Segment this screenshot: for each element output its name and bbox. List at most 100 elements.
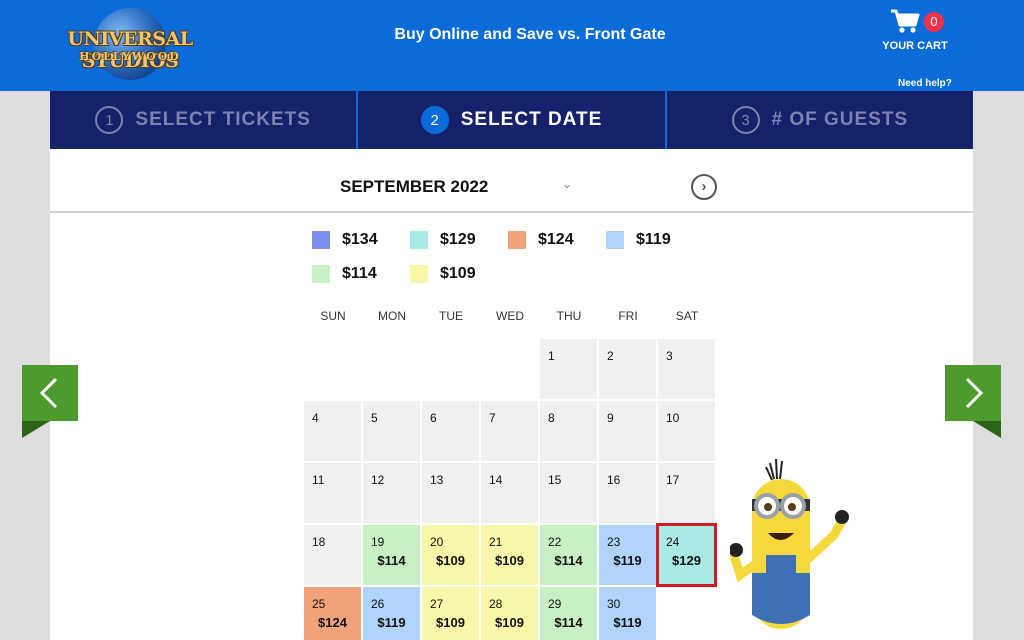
calendar-day-cell[interactable]: 11: [304, 463, 361, 523]
cart-button[interactable]: 0 YOUR CART: [880, 8, 950, 56]
calendar-day-cell[interactable]: 27 $109: [422, 587, 479, 640]
step-select-tickets[interactable]: 1 SELECT TICKETS: [50, 91, 359, 149]
legend-price: $129: [440, 231, 476, 248]
calendar-day-cell[interactable]: 16: [599, 463, 656, 523]
calendar-day-cell[interactable]: 18: [304, 525, 361, 585]
step-label: # OF GUESTS: [771, 109, 909, 130]
calendar-day-cell[interactable]: 22 $114: [540, 525, 597, 585]
chevron-right-circle-icon[interactable]: ›: [691, 174, 717, 200]
step-number: 2: [420, 106, 449, 134]
calendar-day-cell[interactable]: 28 $109: [481, 587, 538, 640]
legend-item: $124: [508, 231, 574, 249]
calendar-day-cell[interactable]: 30 $119: [599, 587, 656, 640]
calendar-day-cell[interactable]: 20 $109: [422, 525, 479, 585]
day-number: 9: [607, 411, 614, 425]
cart-count-badge: 0: [924, 12, 944, 32]
legend-item: $109: [410, 265, 476, 283]
legend-swatch: [606, 231, 624, 249]
legend-price: $134: [342, 231, 378, 248]
day-price: $109: [495, 553, 524, 568]
weekday-header: SUN: [320, 309, 346, 323]
day-number: 3: [666, 349, 673, 363]
weekday-header: TUE: [439, 309, 463, 323]
legend-item: $119: [606, 231, 671, 249]
calendar-day-cell[interactable]: 4: [304, 401, 361, 461]
day-number: 10: [666, 411, 680, 425]
calendar-day-cell[interactable]: 8: [540, 401, 597, 461]
day-number: 17: [666, 473, 680, 487]
calendar-day-cell[interactable]: 14: [481, 463, 538, 523]
legend-item: $129: [410, 231, 476, 249]
arrow-fold: [22, 421, 50, 438]
day-number: 25: [312, 597, 326, 611]
step-number: 1: [95, 106, 124, 134]
prev-arrow-button[interactable]: [22, 365, 78, 421]
calendar-day-cell[interactable]: 7: [481, 401, 538, 461]
day-number: 20: [430, 535, 444, 549]
header-tagline: Buy Online and Save vs. Front Gate: [394, 26, 666, 43]
day-price: $109: [436, 615, 465, 630]
legend-item: $134: [312, 231, 378, 249]
step-number-of-guests[interactable]: 3 # OF GUESTS: [667, 91, 973, 149]
day-price: $124: [318, 615, 347, 630]
day-number: 4: [312, 411, 319, 425]
legend-swatch: [410, 231, 428, 249]
month-select[interactable]: SEPTEMBER 2022: [340, 177, 560, 197]
cart-label: YOUR CART: [882, 40, 948, 52]
checkout-steps: 1 SELECT TICKETS 2 SELECT DATE 3 # OF GU…: [50, 91, 973, 149]
day-number: 19: [371, 535, 385, 549]
legend-price: $119: [636, 231, 671, 248]
legend-price: $124: [538, 231, 574, 248]
calendar-day-cell[interactable]: 3: [658, 339, 715, 399]
calendar-day-cell[interactable]: 17: [658, 463, 715, 523]
calendar-day-cell[interactable]: 29 $114: [540, 587, 597, 640]
chevron-down-icon[interactable]: ⌄: [562, 177, 572, 191]
calendar-day-cell[interactable]: 25 $124: [304, 587, 361, 640]
step-select-date[interactable]: 2 SELECT DATE: [358, 91, 667, 149]
day-number: 26: [371, 597, 385, 611]
day-number: 29: [548, 597, 562, 611]
calendar-day-cell[interactable]: 13: [422, 463, 479, 523]
day-price: $109: [495, 615, 524, 630]
weekday-header: THU: [556, 309, 582, 323]
day-number: 23: [607, 535, 621, 549]
need-help-link[interactable]: Need help?: [898, 78, 952, 89]
day-number: 11: [312, 473, 325, 487]
day-number: 2: [607, 349, 614, 363]
calendar-day-cell[interactable]: 26 $119: [363, 587, 420, 640]
step-label: SELECT TICKETS: [135, 109, 311, 130]
calendar-day-cell[interactable]: 12: [363, 463, 420, 523]
weekday-header: FRI: [618, 309, 638, 323]
calendar-day-cell[interactable]: 5: [363, 401, 420, 461]
day-price: $119: [613, 553, 642, 568]
calendar-day-cell[interactable]: 23 $119: [599, 525, 656, 585]
day-number: 8: [548, 411, 555, 425]
day-number: 7: [489, 411, 496, 425]
weekday-header: WED: [496, 309, 524, 323]
chevron-right-icon: [965, 377, 984, 409]
calendar-day-cell[interactable]: 15: [540, 463, 597, 523]
calendar-day-cell[interactable]: 10: [658, 401, 715, 461]
day-number: 6: [430, 411, 437, 425]
calendar-day-cell[interactable]: 6: [422, 401, 479, 461]
legend-swatch: [312, 231, 330, 249]
arrow-fold: [973, 421, 1001, 438]
chevron-left-icon: [39, 377, 58, 409]
minion-illustration: [730, 458, 849, 629]
universal-studios-logo[interactable]: UNIVERSAL STUDIOS HOLLYWOOD: [50, 8, 210, 80]
logo-line-2: HOLLYWOOD: [79, 50, 181, 63]
day-number: 28: [489, 597, 503, 611]
calendar-day-cell[interactable]: 2: [599, 339, 656, 399]
weekday-header: SAT: [675, 309, 699, 323]
legend-swatch: [312, 265, 330, 283]
calendar-day-cell[interactable]: 9: [599, 401, 656, 461]
next-arrow-button[interactable]: [945, 365, 1001, 421]
day-price: $119: [613, 615, 642, 630]
calendar-day-cell[interactable]: 1: [540, 339, 597, 399]
legend-price: $114: [342, 265, 377, 282]
calendar-day-cell[interactable]: 19 $114: [363, 525, 420, 585]
day-number: 27: [430, 597, 444, 611]
calendar-day-cell[interactable]: 21 $109: [481, 525, 538, 585]
calendar-day-cell[interactable]: 24 $129: [656, 523, 717, 587]
day-number: 15: [548, 473, 562, 487]
